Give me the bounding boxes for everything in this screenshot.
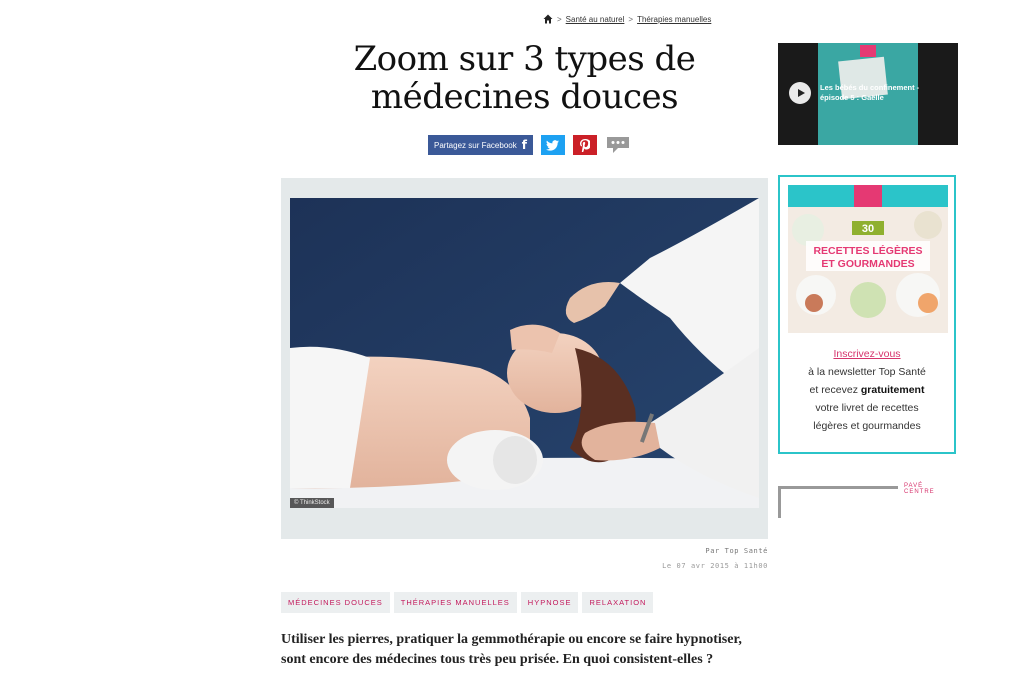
hero-image: © ThinkStock [290, 198, 759, 508]
ad-slot-border-top [778, 486, 898, 489]
article-intro: Utiliser les pierres, pratiquer la gemmo… [281, 632, 742, 667]
newsletter-signup-link[interactable]: Inscrivez-vous [833, 348, 900, 360]
comment-button[interactable] [605, 135, 631, 155]
newsletter-line-1: à la newsletter Top Santé [808, 366, 926, 378]
article-date: Le 07 avr 2015 à 11h00 [662, 562, 768, 570]
tag-hypnose[interactable]: HYPNOSE [520, 592, 579, 613]
newsletter-headline-2: ET GOURMANDES [821, 258, 914, 270]
newsletter-line-2-pre: et recevez [809, 384, 861, 396]
pinterest-icon [579, 138, 590, 152]
twitter-icon [546, 139, 560, 151]
play-icon[interactable] [789, 82, 811, 104]
tag-medecines-douces[interactable]: MÉDECINES DOUCES [281, 592, 390, 613]
hero-illustration [290, 198, 759, 508]
newsletter-text: Inscrivez-vous à la newsletter Top Santé… [780, 345, 954, 435]
breadcrumb-link-sante-au-naturel[interactable]: Santé au naturel [566, 15, 625, 24]
article-author: Par Top Santé [705, 547, 768, 555]
facebook-icon: f [521, 138, 527, 152]
ad-slot-pave-centre: PAVÉ CENTRE [778, 483, 956, 518]
breadcrumb-link-therapies-manuelles[interactable]: Thérapies manuelles [637, 15, 711, 24]
newsletter-line-2: et recevez gratuitement [780, 381, 954, 399]
page-title: Zoom sur 3 types de médecines douces [353, 39, 696, 117]
share-pinterest-button[interactable] [572, 135, 597, 155]
tag-list: MÉDECINES DOUCES THÉRAPIES MANUELLES HYP… [281, 592, 654, 613]
breadcrumb-separator: > [628, 14, 634, 24]
newsletter-promo: 30 RECETTES LÉGÈRES ET GOURMANDES Inscri… [778, 175, 956, 454]
video-title[interactable]: Les bébés du confinement - épisode 5 : G… [820, 83, 930, 103]
share-facebook-button[interactable]: Partagez sur Facebook f [428, 135, 533, 155]
newsletter-image: 30 RECETTES LÉGÈRES ET GOURMANDES [788, 185, 948, 333]
newsletter-headline-1: RECETTES LÉGÈRES [813, 244, 922, 257]
tag-relaxation[interactable]: RELAXATION [582, 592, 654, 613]
newsletter-line-4: légères et gourmandes [813, 420, 921, 432]
breadcrumb-separator: > [557, 14, 562, 24]
comment-icon [606, 137, 629, 153]
newsletter-line-3: votre livret de recettes [815, 402, 919, 414]
ad-slot-label: PAVÉ CENTRE [904, 483, 935, 495]
photo-credit: © ThinkStock [290, 498, 334, 508]
video-card[interactable]: Les bébés du confinement - épisode 5 : G… [778, 43, 958, 145]
newsletter-free-label: gratuitement [860, 384, 925, 396]
share-facebook-label: Partagez sur Facebook [434, 140, 517, 150]
share-twitter-button[interactable] [540, 135, 565, 155]
breadcrumb: > Santé au naturel > Thérapies manuelles [543, 14, 711, 24]
home-icon[interactable] [543, 14, 553, 24]
brand-logo [860, 45, 876, 57]
tag-therapies-manuelles[interactable]: THÉRAPIES MANUELLES [393, 592, 517, 613]
newsletter-badge: 30 [862, 223, 874, 235]
ad-slot-border-left [778, 486, 781, 518]
share-bar: Partagez sur Facebook f [428, 135, 631, 155]
hero-frame: © ThinkStock [281, 178, 768, 539]
